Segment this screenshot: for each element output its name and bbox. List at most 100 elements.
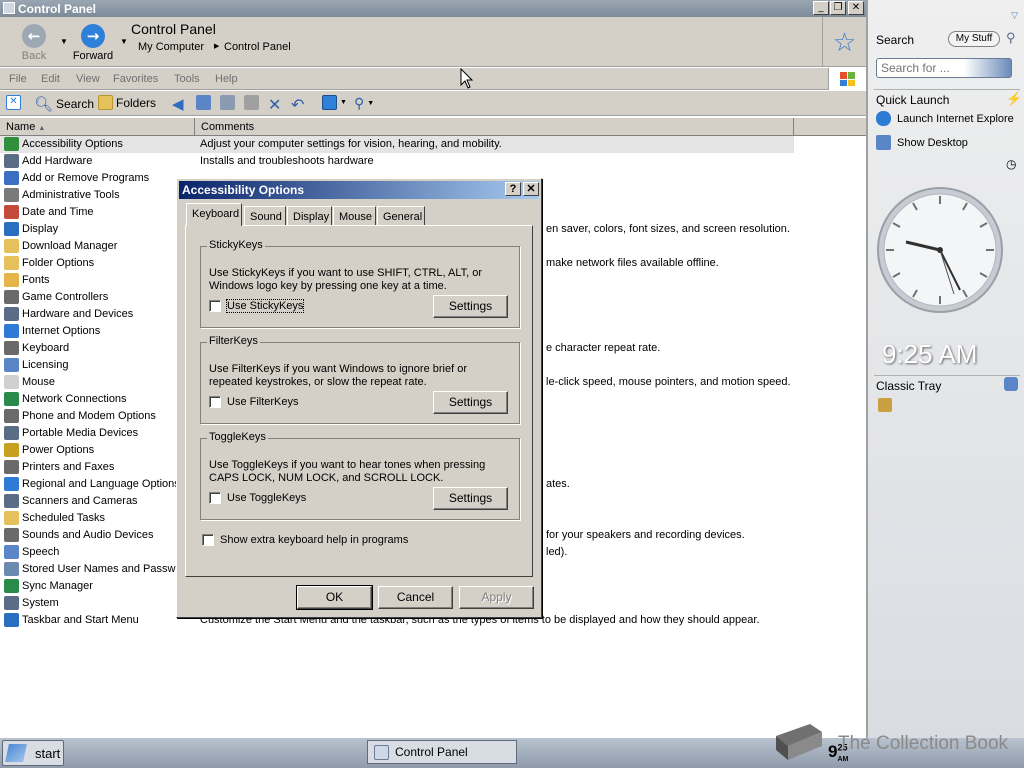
start-button[interactable]: start (2, 740, 64, 766)
views-dropdown-icon: ▼ (340, 99, 347, 106)
list-item-label: Printers and Faxes (22, 461, 115, 473)
tab-general[interactable]: General (377, 206, 425, 226)
list-item-name: Scheduled Tasks (4, 511, 176, 525)
sidebar-search-input[interactable] (876, 58, 1012, 78)
list-item[interactable]: Accessibility Options Adjust your compute… (0, 136, 866, 153)
menu-view[interactable]: View (76, 73, 100, 85)
delete-button[interactable]: ✕ (268, 95, 281, 115)
list-item-label: Hardware and Devices (22, 308, 134, 320)
gamepad-icon (4, 290, 19, 304)
window-titlebar[interactable]: Control Panel _ ❐ ✕ (0, 0, 866, 17)
list-header: Name ▲ Comments (0, 118, 866, 136)
book-logo-icon (770, 718, 826, 764)
forward-button[interactable]: → Forward (68, 21, 118, 65)
list-item-label: Game Controllers (22, 291, 109, 303)
back-label: Back (21, 50, 47, 62)
apply-button[interactable]: Apply (459, 586, 534, 609)
taskbar-icon (4, 613, 19, 627)
checkbox-box (202, 534, 214, 546)
up-folder-button[interactable]: ✕ (6, 95, 21, 110)
move-to-button[interactable] (196, 95, 211, 110)
dialog-close-button[interactable]: ✕ (523, 182, 539, 196)
tray-keys-icon[interactable] (878, 398, 892, 412)
list-item-name: Folder Options (4, 256, 176, 270)
column-comments[interactable]: Comments (195, 118, 794, 136)
cancel-button[interactable]: Cancel (378, 586, 453, 609)
list-item-label: Fonts (22, 274, 50, 286)
list-item[interactable]: Add Hardware Installs and troubleshoots h… (0, 153, 866, 170)
folders-button-label: Folders (116, 95, 157, 110)
filterkeys-description: Use FilterKeys if you want Windows to ig… (209, 363, 467, 388)
folders-button[interactable]: Folders (98, 95, 156, 110)
togglekeys-title: ToggleKeys (207, 431, 268, 443)
sync-icon (4, 579, 19, 593)
tab-sound[interactable]: Sound (244, 206, 286, 226)
breadcrumb-control-panel[interactable]: Control Panel (224, 41, 291, 53)
tab-display[interactable]: Display (287, 206, 332, 226)
menu-file[interactable]: File (9, 73, 27, 85)
printer-icon (4, 460, 19, 474)
list-item-label: Phone and Modem Options (22, 410, 156, 422)
use-stickykeys-label: Use StickyKeys (225, 299, 305, 313)
undo-button[interactable]: ↶ (291, 95, 304, 115)
tray-refresh-icon[interactable] (1004, 377, 1018, 391)
minimize-button[interactable]: _ (813, 1, 829, 15)
dialog-titlebar[interactable]: Accessibility Options ? ✕ (179, 181, 539, 199)
list-item-label: Licensing (22, 359, 69, 371)
column-name[interactable]: Name ▲ (0, 118, 195, 136)
filterkeys-settings-button[interactable]: Settings (433, 391, 508, 414)
add-hardware-icon (4, 154, 19, 168)
internet-explorer-icon (876, 111, 891, 126)
views-button[interactable]: ▼ (322, 95, 347, 110)
list-item-label: Network Connections (22, 393, 127, 405)
zoom-button[interactable]: ⚲ ▼ (354, 95, 374, 112)
use-stickykeys-checkbox[interactable]: Use StickyKeys (209, 299, 305, 313)
togglekeys-group: ToggleKeys Use ToggleKeys if you want to… (200, 431, 520, 520)
sidebar-search-icon[interactable]: ⚲ (1006, 30, 1016, 46)
taskbar-item-control-panel[interactable]: Control Panel (367, 740, 517, 764)
favorites-star-icon[interactable]: ☆ (822, 17, 866, 67)
forward-dropdown-icon[interactable]: ▼ (120, 37, 128, 46)
clock-small-icon: ◷ (1006, 157, 1017, 171)
list-item-label: Power Options (22, 444, 95, 456)
ok-button[interactable]: OK (296, 585, 373, 610)
close-button[interactable]: ✕ (848, 1, 864, 15)
menu-edit[interactable]: Edit (41, 73, 60, 85)
help-button[interactable]: ? (505, 182, 521, 196)
list-item-name: Network Connections (4, 392, 176, 406)
list-item-label: Mouse (22, 376, 56, 388)
togglekeys-description: Use ToggleKeys if you want to hear tones… (209, 459, 486, 484)
list-item-name: Power Options (4, 443, 176, 457)
use-filterkeys-checkbox[interactable]: Use FilterKeys (209, 396, 299, 408)
move-to-icon (196, 95, 211, 110)
quick-launch-title: Quick Launch (876, 93, 950, 107)
properties-button[interactable] (244, 95, 259, 110)
extra-keyboard-help-checkbox[interactable]: Show extra keyboard help in programs (202, 534, 408, 546)
copy-to-button[interactable] (220, 95, 235, 110)
restore-button[interactable]: ❐ (830, 1, 846, 15)
togglekeys-settings-button[interactable]: Settings (433, 487, 508, 510)
use-togglekeys-checkbox[interactable]: Use ToggleKeys (209, 492, 306, 504)
windows-logo-icon (828, 68, 866, 90)
breadcrumb-my-computer[interactable]: My Computer (138, 41, 204, 53)
quick-launch-ie[interactable]: Launch Internet Explore (876, 111, 1024, 126)
back-arrow-icon: ← (22, 24, 46, 48)
tab-mouse[interactable]: Mouse (333, 206, 376, 226)
start-logo-icon (5, 744, 27, 762)
menu-favorites[interactable]: Favorites (113, 73, 158, 85)
tab-keyboard[interactable]: Keyboard (186, 203, 242, 226)
dialog-title: Accessibility Options (182, 183, 305, 197)
my-stuff-button[interactable]: My Stuff (948, 31, 1000, 47)
menu-tools[interactable]: Tools (174, 73, 200, 85)
add-remove-programs-icon (4, 171, 19, 185)
stickykeys-settings-button[interactable]: Settings (433, 295, 508, 318)
search-button[interactable]: 🔍︎ Search (34, 95, 94, 113)
back-button[interactable]: ← Back (10, 21, 58, 65)
move-back-button[interactable]: ◀ (172, 95, 184, 113)
sidebar-collapse-icon[interactable]: ▽ (1011, 10, 1018, 21)
sidebar: ▽ Search My Stuff ⚲ Quick Launch ⚡ Launc… (866, 0, 1024, 738)
quick-launch-show-desktop[interactable]: Show Desktop (876, 135, 968, 150)
menu-help[interactable]: Help (215, 73, 238, 85)
search-title: Search (876, 33, 915, 47)
back-dropdown-icon[interactable]: ▼ (60, 37, 68, 46)
